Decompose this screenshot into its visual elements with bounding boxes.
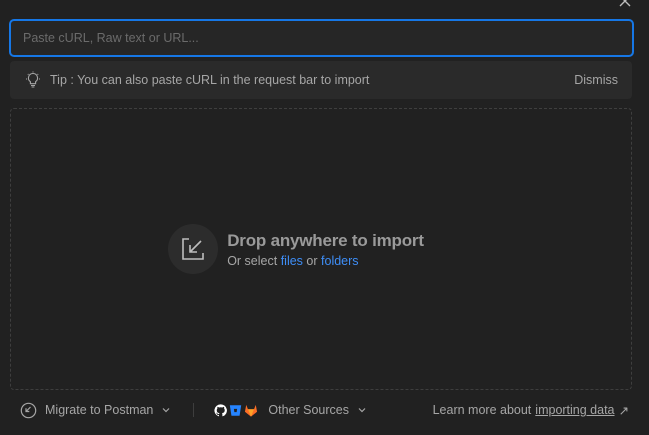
- close-button[interactable]: [617, 0, 633, 9]
- external-link-icon: ↗: [618, 403, 629, 418]
- import-modal: Tip : You can also paste cURL in the req…: [0, 0, 649, 435]
- migrate-label: Migrate to Postman: [45, 403, 154, 417]
- import-arrow-icon: [168, 224, 219, 274]
- drop-text: Drop anywhere to import Or select files …: [227, 231, 424, 268]
- tip-text: Tip : You can also paste cURL in the req…: [50, 73, 370, 87]
- tip-banner: Tip : You can also paste cURL in the req…: [10, 61, 632, 99]
- migrate-to-postman-button[interactable]: Migrate to Postman: [20, 402, 171, 419]
- lightbulb-icon: [24, 71, 42, 89]
- drop-prefix: Or select: [227, 253, 278, 268]
- chevron-down-icon: [162, 408, 170, 413]
- paste-input-wrapper: [9, 19, 634, 57]
- footer-divider: [193, 403, 195, 417]
- close-icon: [619, 0, 631, 7]
- learn-more: Learn more about importing data ↗: [433, 403, 629, 418]
- other-sources-label: Other Sources: [268, 403, 349, 417]
- dismiss-button[interactable]: Dismiss: [574, 73, 618, 87]
- other-sources-button[interactable]: Other Sources: [214, 403, 367, 417]
- gitlab-icon: [245, 404, 258, 417]
- drop-subtitle: Or select files or folders: [227, 254, 424, 268]
- select-folders-link[interactable]: folders: [321, 254, 359, 268]
- drop-title: Drop anywhere to import: [227, 230, 424, 250]
- drop-zone[interactable]: Drop anywhere to import Or select files …: [10, 108, 632, 390]
- select-files-link[interactable]: files: [281, 254, 303, 268]
- learn-prefix: Learn more about: [432, 403, 532, 417]
- footer: Migrate to Postman Other Sources Learn m…: [0, 396, 649, 424]
- paste-input[interactable]: [11, 21, 632, 55]
- drop-connector: or: [306, 253, 318, 268]
- migrate-icon: [20, 402, 37, 418]
- bitbucket-icon: [230, 404, 242, 416]
- importing-data-link[interactable]: importing data: [535, 403, 614, 417]
- chevron-down-icon: [358, 408, 366, 413]
- github-icon: [214, 403, 228, 416]
- drop-content: Drop anywhere to import Or select files …: [168, 224, 424, 274]
